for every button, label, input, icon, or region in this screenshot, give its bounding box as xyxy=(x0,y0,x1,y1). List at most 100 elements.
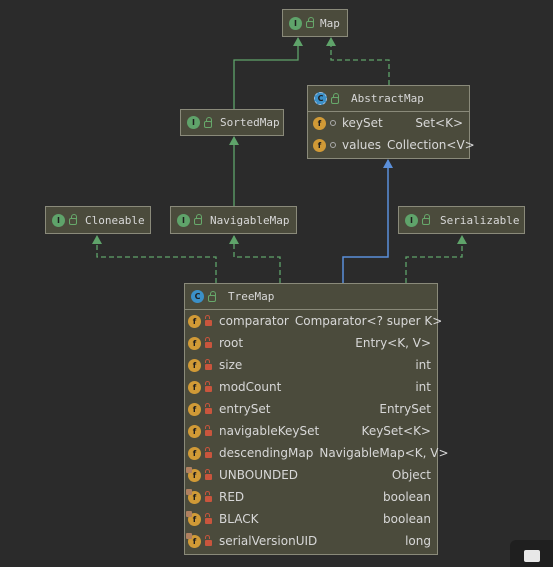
edge-treemap-abstractmap xyxy=(342,159,393,283)
private-lock-icon xyxy=(205,446,212,458)
field-row: f size int xyxy=(185,354,437,376)
field-icon: f xyxy=(188,358,201,372)
field-row: f values Collection<V> xyxy=(308,134,475,156)
field-type: KeySet<K> xyxy=(361,424,431,438)
field-icon: f xyxy=(188,424,201,438)
window-corner-widget[interactable] xyxy=(510,540,553,567)
field-type: int xyxy=(415,358,431,372)
field-row: f entrySet EntrySet xyxy=(185,398,437,420)
private-lock-icon xyxy=(205,490,212,502)
field-type: boolean xyxy=(383,490,431,504)
node-map-title: Map xyxy=(320,16,340,30)
package-visibility-icon xyxy=(330,142,336,148)
static-field-icon: f xyxy=(186,532,201,548)
private-lock-icon xyxy=(205,424,212,436)
edge-treemap-serializable xyxy=(405,235,467,283)
package-visibility-icon xyxy=(330,120,336,126)
edge-abstractmap-map xyxy=(326,37,390,85)
field-name: serialVersionUID xyxy=(219,534,318,548)
node-serializable-title: Serializable xyxy=(440,213,520,227)
abstract-class-icon: C xyxy=(314,92,327,105)
field-row: f UNBOUNDED Object xyxy=(185,464,437,486)
public-visibility-icon xyxy=(331,92,339,104)
node-sortedmap-title: SortedMap xyxy=(220,116,280,129)
class-icon: C xyxy=(191,290,204,303)
edge-treemap-cloneable xyxy=(92,235,217,283)
field-row: f modCount int xyxy=(185,376,437,398)
public-visibility-icon xyxy=(69,214,77,225)
field-name: comparator xyxy=(219,314,289,328)
field-icon: f xyxy=(313,116,326,130)
field-icon: f xyxy=(188,446,201,460)
node-treemap[interactable]: C TreeMap f comparator Comparator<? super … xyxy=(184,283,449,555)
field-name: BLACK xyxy=(219,512,259,526)
field-type: Object xyxy=(391,468,431,482)
node-cloneable[interactable]: I Cloneable xyxy=(45,206,151,234)
interface-icon: I xyxy=(289,16,302,30)
interface-icon: I xyxy=(187,116,200,129)
field-row: f keySet Set<K> xyxy=(308,112,469,134)
field-row: f RED boolean xyxy=(185,486,437,508)
field-name: descendingMap xyxy=(219,446,314,460)
private-lock-icon xyxy=(205,336,212,348)
private-lock-icon xyxy=(205,512,212,524)
field-name: navigableKeySet xyxy=(219,424,320,438)
toolbar-icon xyxy=(524,550,540,562)
field-type: NavigableMap<K, V> xyxy=(319,446,449,460)
field-type: Entry<K, V> xyxy=(355,336,431,350)
field-row: f root Entry<K, V> xyxy=(185,332,437,354)
interface-icon: I xyxy=(177,213,190,227)
edge-sortedmap-map xyxy=(233,37,303,110)
node-navigablemap-title: NavigableMap xyxy=(210,213,290,227)
field-name: root xyxy=(219,336,244,350)
field-row: f comparator Comparator<? super K> xyxy=(185,310,442,332)
private-lock-icon xyxy=(205,314,212,326)
private-lock-icon xyxy=(205,468,212,480)
private-lock-icon xyxy=(205,402,212,414)
node-treemap-title: TreeMap xyxy=(228,290,275,303)
public-visibility-icon xyxy=(204,116,212,128)
public-visibility-icon xyxy=(422,214,430,225)
node-navigablemap[interactable]: I NavigableMap xyxy=(170,206,297,234)
interface-icon: I xyxy=(52,213,65,227)
static-field-icon: f xyxy=(186,510,201,526)
field-icon: f xyxy=(188,402,201,416)
field-name: RED xyxy=(219,490,245,504)
field-row: f serialVersionUID long xyxy=(185,530,437,552)
field-type: Collection<V> xyxy=(387,138,475,152)
field-name: size xyxy=(219,358,243,372)
field-name: entrySet xyxy=(219,402,271,416)
field-type: boolean xyxy=(383,512,431,526)
public-visibility-icon xyxy=(208,290,216,302)
field-icon: f xyxy=(188,314,201,328)
public-visibility-icon xyxy=(306,17,314,28)
node-cloneable-title: Cloneable xyxy=(85,213,145,227)
private-lock-icon xyxy=(205,534,212,546)
field-type: long xyxy=(405,534,431,548)
node-abstractmap-title: AbstractMap xyxy=(351,92,424,105)
field-name: keySet xyxy=(342,116,383,130)
field-row: f navigableKeySet KeySet<K> xyxy=(185,420,437,442)
field-type: Set<K> xyxy=(415,116,463,130)
public-visibility-icon xyxy=(194,214,202,225)
static-field-icon: f xyxy=(186,488,201,504)
node-sortedmap[interactable]: I SortedMap xyxy=(180,109,284,136)
field-icon: f xyxy=(313,138,326,152)
field-name: values xyxy=(342,138,382,152)
field-type: EntrySet xyxy=(379,402,431,416)
private-lock-icon xyxy=(205,358,212,370)
node-serializable[interactable]: I Serializable xyxy=(398,206,525,234)
field-name: UNBOUNDED xyxy=(219,468,299,482)
field-row: f BLACK boolean xyxy=(185,508,437,530)
static-field-icon: f xyxy=(186,466,201,482)
interface-icon: I xyxy=(405,213,418,227)
field-type: int xyxy=(415,380,431,394)
field-type: Comparator<? super K> xyxy=(294,314,443,328)
edge-treemap-navigablemap xyxy=(229,235,281,283)
field-name: modCount xyxy=(219,380,282,394)
private-lock-icon xyxy=(205,380,212,392)
field-icon: f xyxy=(188,380,201,394)
field-row: f descendingMap NavigableMap<K, V> xyxy=(185,442,449,464)
node-map[interactable]: I Map xyxy=(282,9,348,37)
node-abstractmap[interactable]: C AbstractMap f keySet Set<K> f values C… xyxy=(307,85,475,159)
